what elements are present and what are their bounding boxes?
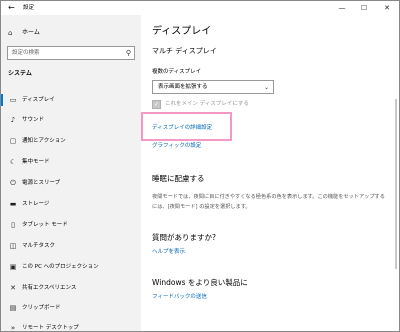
sidebar-item-multitasking[interactable]: ◫ マルチタスク	[1, 236, 141, 256]
sidebar-item-shared-experiences[interactable]: ✕ 共有エクスペリエンス	[1, 278, 141, 298]
sidebar-item-tablet[interactable]: ▯ タブレット モード	[1, 215, 141, 235]
focus-moon-icon: ☾	[9, 158, 17, 166]
sidebar-item-label: タブレット モード	[22, 222, 68, 228]
search-box[interactable]: ⚲	[7, 46, 135, 60]
power-icon: ⏻	[10, 179, 16, 187]
back-arrow-icon[interactable]: ←	[8, 3, 15, 12]
sidebar-item-label: この PC へのプロジェクション	[22, 264, 99, 270]
remote-desktop-icon: »	[10, 324, 16, 332]
sidebar-item-remote-desktop[interactable]: » リモート デスクトップ	[1, 318, 141, 332]
multitask-icon: ◫	[9, 242, 17, 250]
dropdown-value: 表示画面を拡張する	[158, 84, 208, 90]
multi-display-dropdown[interactable]: 表示画面を拡張する ⌄	[152, 80, 274, 94]
home-icon: ⌂	[8, 29, 13, 37]
multi-display-label: 複数のディスプレイ	[152, 69, 202, 75]
title-bar: ← 設定 — ☐ ✕	[1, 1, 399, 15]
active-indicator	[1, 94, 3, 106]
sidebar-item-label: ストレージ	[22, 201, 50, 207]
sidebar-item-label: 共有エクスペリエンス	[22, 285, 77, 291]
feedback-link[interactable]: フィードバックの送信	[152, 294, 207, 301]
chevron-down-icon: ⌄	[263, 84, 269, 91]
minimize-button[interactable]: —	[331, 1, 353, 15]
sidebar-item-label: リモート デスクトップ	[22, 325, 79, 331]
sidebar-item-sound[interactable]: ♪ サウンド	[1, 110, 141, 130]
page-title: ディスプレイ	[152, 26, 212, 37]
storage-icon: ▬	[9, 200, 17, 208]
sidebar-item-label: ディスプレイ	[22, 97, 55, 103]
display-icon: ▭	[9, 96, 17, 104]
projection-icon: ▣	[9, 263, 17, 271]
sidebar-item-label: マルチタスク	[22, 243, 56, 249]
sidebar: ⌂ ホーム ⚲ システム ▭ ディスプレイ ♪ サウンド ▢ 通知とアクション …	[1, 15, 141, 332]
sidebar-item-label: 通知とアクション	[22, 138, 66, 144]
sidebar-item-label: クリップボード	[22, 305, 61, 311]
sidebar-item-label: 電源とスリープ	[22, 180, 61, 186]
sidebar-item-label: 集中モード	[22, 159, 50, 165]
multi-display-heading: マルチ ディスプレイ	[152, 47, 217, 55]
main-display-checkbox[interactable]: ✓	[152, 100, 161, 109]
sidebar-item-clipboard[interactable]: ▤ クリップボード	[1, 298, 141, 318]
notification-icon: ▢	[9, 137, 17, 145]
sleep-description: 夜間モードでは、夜間に目に付きやすくなる極色系の色を表示します。この機能をセット…	[152, 194, 385, 210]
shared-experience-icon: ✕	[10, 284, 16, 292]
scrollbar-thumb[interactable]	[395, 99, 397, 269]
advanced-display-settings-link[interactable]: ディスプレイの詳細設定	[152, 125, 212, 132]
maximize-button[interactable]: ☐	[353, 1, 375, 15]
sidebar-item-power[interactable]: ⏻ 電源とスリープ	[1, 173, 141, 193]
main-content: ディスプレイ マルチ ディスプレイ 複数のディスプレイ 表示画面を拡張する ⌄ …	[141, 15, 399, 331]
main-display-checkbox-label: これをメイン ディスプレイにする	[165, 101, 249, 107]
home-label: ホーム	[22, 29, 40, 36]
question-heading: 質問がありますか?	[152, 233, 216, 242]
window-title: 設定	[23, 5, 35, 11]
close-button[interactable]: ✕	[376, 1, 398, 15]
sidebar-item-label: サウンド	[22, 117, 45, 123]
search-input[interactable]	[8, 47, 118, 59]
sidebar-item-notifications[interactable]: ▢ 通知とアクション	[1, 131, 141, 151]
help-link[interactable]: ヘルプを表示	[152, 249, 185, 256]
settings-window: ← 設定 — ☐ ✕ ⌂ ホーム ⚲ システム ▭ ディスプレイ ♪ サウンド …	[0, 0, 400, 332]
sleep-heading: 睡眠に配慮する	[152, 174, 205, 183]
improve-windows-heading: Windows をより良い製品に	[152, 278, 248, 287]
sidebar-item-projection[interactable]: ▣ この PC へのプロジェクション	[1, 257, 141, 277]
graphics-settings-link[interactable]: グラフィックの設定	[152, 143, 201, 150]
clipboard-icon: ▤	[9, 304, 17, 312]
section-label-system: システム	[8, 70, 32, 77]
sound-icon: ♪	[10, 116, 16, 124]
sidebar-item-storage[interactable]: ▬ ストレージ	[1, 194, 141, 214]
sidebar-item-focus[interactable]: ☾ 集中モード	[1, 152, 141, 172]
search-icon[interactable]: ⚲	[126, 48, 131, 58]
tablet-icon: ▯	[11, 221, 15, 229]
sidebar-item-display[interactable]: ▭ ディスプレイ	[1, 90, 141, 110]
